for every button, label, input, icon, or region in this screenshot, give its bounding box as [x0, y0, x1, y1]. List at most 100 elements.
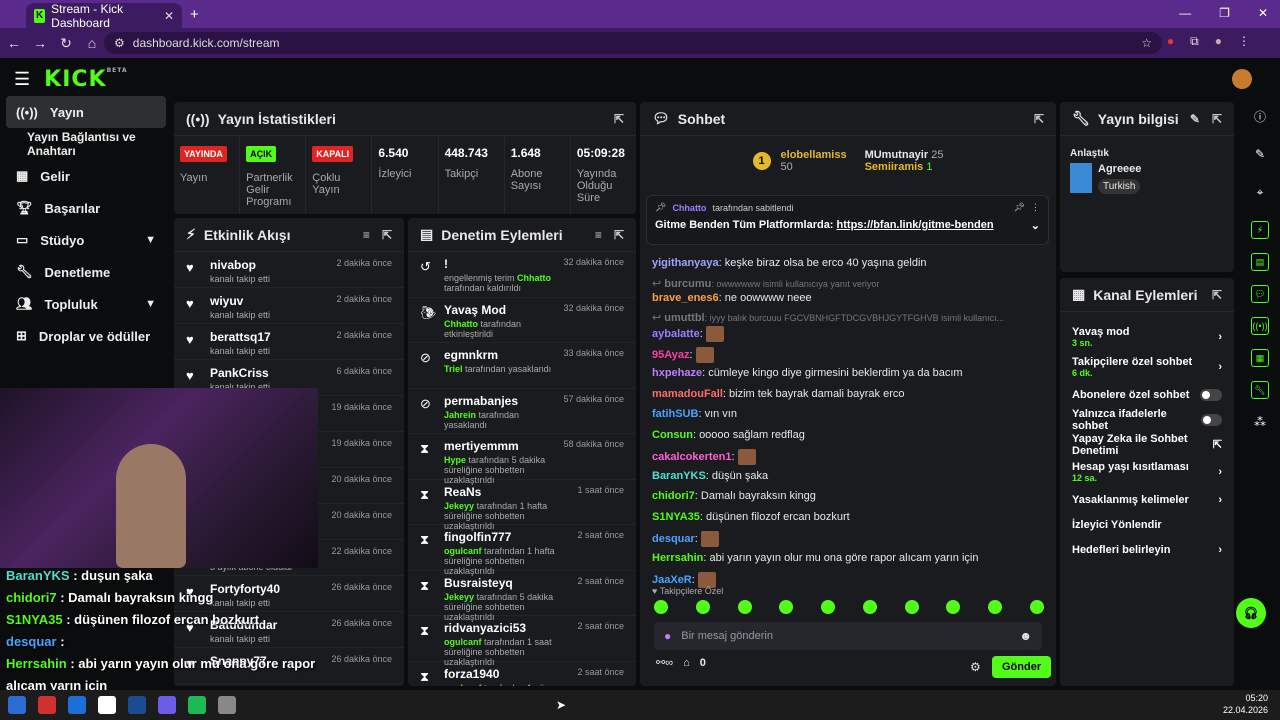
chat-username[interactable]: fatihSUB: [652, 408, 698, 420]
sidebar-item-stream-key[interactable]: Yayın Bağlantısı ve Anahtarı: [0, 128, 172, 160]
emote-icon[interactable]: [737, 600, 752, 614]
close-window-icon[interactable]: ✕: [1258, 6, 1268, 20]
moderation-row[interactable]: ⧗ mertiyemmm Hype tarafından 5 dakika sür…: [408, 434, 636, 485]
chat-username[interactable]: umuttbl: [664, 312, 704, 323]
channel-action-row[interactable]: Hesap yaşı kısıtlaması 12 sa. ›: [1060, 457, 1234, 487]
dots-icon[interactable]: ⁂: [1240, 406, 1280, 438]
sidebar-item-topluluk[interactable]: 👥︎ Topluluk ▼: [0, 288, 172, 320]
chat-username[interactable]: brave_enes6: [652, 292, 719, 304]
info-icon[interactable]: ⓘ: [1240, 100, 1280, 132]
reload-icon[interactable]: ↻: [54, 35, 78, 52]
taskbar-app-icon[interactable]: [128, 696, 146, 714]
taskbar-app-icon[interactable]: [98, 696, 116, 714]
taskbar-app-icon[interactable]: [218, 696, 236, 714]
send-button[interactable]: Gönder: [992, 656, 1052, 678]
hamburger-icon[interactable]: ☰: [14, 69, 30, 90]
emote-icon[interactable]: [821, 600, 836, 614]
chat-username[interactable]: chidori7: [652, 490, 695, 502]
target-icon[interactable]: ⌖: [1240, 176, 1280, 208]
profile-icon[interactable]: ●: [1215, 34, 1222, 49]
close-tab-icon[interactable]: ✕: [164, 9, 174, 23]
emote-icon[interactable]: [695, 600, 710, 614]
toggle-switch[interactable]: [1200, 413, 1222, 426]
chat-message[interactable]: mamadouFall: bizim tek bayrak damali bay…: [640, 385, 1056, 406]
new-tab-icon[interactable]: +: [190, 6, 199, 23]
filter-icon[interactable]: ≡: [595, 228, 602, 242]
chat-username[interactable]: aybalatte: [652, 328, 700, 340]
taskbar-app-icon[interactable]: [68, 696, 86, 714]
activity-row[interactable]: ♥ wiyuv kanalı takip etti 2 dakika önce: [174, 288, 404, 324]
moderation-row[interactable]: ⊘ permabanjes Jahrein tarafından yasaklan…: [408, 389, 636, 434]
chat-message[interactable]: hxpehaze: cümleye kingo diye girmesini b…: [640, 364, 1056, 385]
chat-message[interactable]: cakalcokerten1:: [640, 446, 1056, 467]
lightning-icon[interactable]: ⚡︎: [1240, 214, 1280, 246]
chat-message[interactable]: ↩ umuttbl: iyyy balık burcuuu FGCVBNHGFT…: [640, 309, 1056, 323]
chat-username[interactable]: BaranYKS: [652, 470, 706, 482]
taskbar-app-icon[interactable]: [188, 696, 206, 714]
clipboard-icon[interactable]: ▤: [1240, 246, 1280, 278]
emote-icon[interactable]: [946, 600, 961, 614]
activity-row[interactable]: ♥ berattsq17 kanalı takip etti 2 dakika önc…: [174, 324, 404, 360]
moderation-row[interactable]: ↺! engellenmiş terim Chhatto tarafından k…: [408, 252, 636, 298]
moderation-row[interactable]: ⊘ egmnkrm Triel tarafından yasaklandı 33 d…: [408, 343, 636, 389]
users-infinite-icon[interactable]: ⚯∞: [656, 656, 673, 669]
sidebar-item-gelir[interactable]: ▦ Gelir: [0, 160, 172, 192]
chat-message[interactable]: BaranYKS: düşün şaka: [640, 467, 1056, 488]
chat-username[interactable]: mamadouFall: [652, 388, 723, 400]
emote-icon[interactable]: [904, 600, 919, 614]
emote-icon[interactable]: [654, 600, 668, 614]
chat-username[interactable]: cakalcokerten1: [652, 451, 732, 463]
emote-icon[interactable]: [1029, 600, 1044, 614]
home-icon[interactable]: ⌂: [80, 35, 104, 51]
moderation-row[interactable]: ⧗ ridvanyazici53 ogulcanf tarafından 1 sa…: [408, 616, 636, 667]
emote-icon[interactable]: [779, 600, 794, 614]
maximize-icon[interactable]: ❐: [1219, 6, 1230, 20]
chat-username[interactable]: yigithanyaya: [652, 257, 719, 269]
sidebar-item-studyo[interactable]: ▭ Stüdyo ▼: [0, 224, 172, 256]
bookmark-star-icon[interactable]: ☆: [1141, 36, 1152, 50]
chat-username[interactable]: Consun: [652, 429, 693, 441]
chat-message[interactable]: chidori7: Damalı bayraksın kingg: [640, 487, 1056, 508]
moderation-row[interactable]: ⧗ Busraisteyq Jekeyy tarafından 5 dakika …: [408, 571, 636, 622]
moderation-row[interactable]: ⧗ fingolfin777 ogulcanf tarafından 1 haft…: [408, 525, 636, 576]
channel-action-row[interactable]: Yavaş mod 3 sn. ›: [1060, 322, 1234, 352]
popout-icon[interactable]: ⇱: [1212, 288, 1222, 302]
unpin-icon[interactable]: 📌︎: [1014, 202, 1025, 213]
chat-message[interactable]: Herrsahin: abi yarın yayın olur mu ona g…: [640, 549, 1056, 570]
chat-username[interactable]: burcumu: [664, 278, 711, 289]
taskbar-app-icon[interactable]: [158, 696, 176, 714]
chat-message[interactable]: desquar:: [640, 528, 1056, 549]
kick-logo[interactable]: KICKBETA: [44, 67, 127, 92]
channel-action-row[interactable]: Takipçilere özel sohbet 6 dk. ›: [1060, 352, 1234, 382]
minimize-icon[interactable]: —: [1179, 6, 1191, 20]
url-field[interactable]: ⚙ dashboard.kick.com/stream ☆: [104, 32, 1162, 54]
chat-username[interactable]: desquar: [652, 533, 695, 545]
settings-icon[interactable]: ⚙: [970, 660, 981, 674]
wrench-icon[interactable]: 🔧︎: [1240, 374, 1280, 406]
channel-action-row[interactable]: Abonelere özel sohbet: [1060, 382, 1234, 407]
puzzle-icon[interactable]: ⧉: [1190, 34, 1199, 49]
channel-action-row[interactable]: Yapay Zeka ile Sohbet Denetimi ⇱: [1060, 432, 1234, 457]
forward-icon[interactable]: →: [28, 35, 52, 51]
moderation-row[interactable]: 🐌︎ Yavaş Mod Chhatto tarafından etkinleşt…: [408, 298, 636, 343]
chat-message[interactable]: fatihSUB: vın vın: [640, 405, 1056, 426]
stream-icon[interactable]: ((•)): [1240, 310, 1280, 342]
site-info-icon[interactable]: ⚙: [114, 36, 125, 50]
chat-username[interactable]: S1NYA35: [652, 511, 700, 523]
chat-message[interactable]: brave_enes6: ne oowwww neee: [640, 289, 1056, 310]
popout-icon[interactable]: ⇱: [614, 112, 624, 126]
edit-icon[interactable]: ✎: [1190, 112, 1200, 126]
sidebar-item-droplar[interactable]: ⊞ Droplar ve ödüller: [0, 320, 172, 352]
taskbar-app-icon[interactable]: [38, 696, 56, 714]
emoji-icon[interactable]: ☻: [1019, 629, 1032, 643]
popout-icon[interactable]: ⇱: [1212, 112, 1222, 126]
sidebar-item-denetleme[interactable]: 🔧︎ Denetleme: [0, 256, 172, 288]
emote-icon[interactable]: [862, 600, 877, 614]
channel-action-row[interactable]: Hedefleri belirleyin ›: [1060, 537, 1234, 562]
back-icon[interactable]: ←: [2, 35, 26, 51]
user-avatar[interactable]: [1232, 69, 1252, 89]
filter-icon[interactable]: ≡: [363, 228, 370, 242]
chat-message[interactable]: Consun: ooooo sağlam redflag: [640, 426, 1056, 447]
chat-username[interactable]: 95Ayaz: [652, 348, 690, 360]
channel-action-row[interactable]: Yasaklanmış kelimeler ›: [1060, 487, 1234, 512]
